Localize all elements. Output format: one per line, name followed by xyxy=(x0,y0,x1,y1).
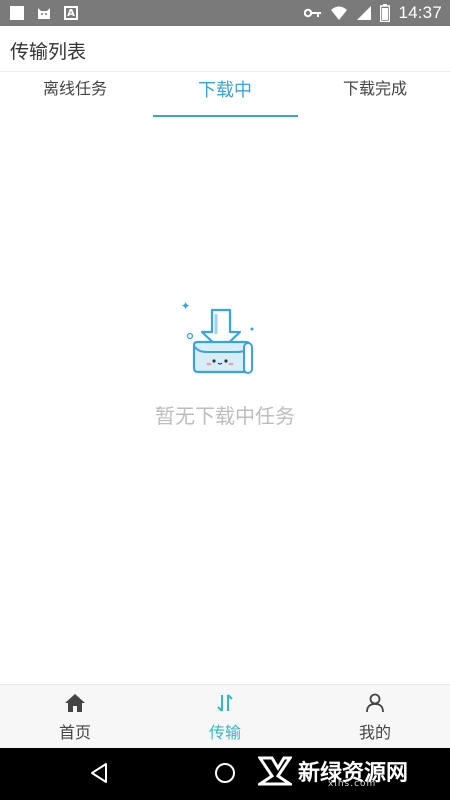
user-icon xyxy=(366,693,384,713)
nav-label: 我的 xyxy=(358,723,391,742)
watermark-logo-icon xyxy=(258,756,292,786)
watermark-subtext: xlhs.com xyxy=(328,779,377,789)
home-icon xyxy=(65,694,85,712)
download-tray-icon xyxy=(182,302,254,374)
notification-a-icon: A xyxy=(64,6,78,20)
status-time: 14:37 xyxy=(398,3,442,22)
transfer-icon xyxy=(217,694,233,712)
nav-item-transfer[interactable]: 传输 xyxy=(150,685,300,748)
notification-square-icon xyxy=(10,6,24,20)
tab-label: 离线任务 xyxy=(42,79,107,98)
nav-label: 首页 xyxy=(58,723,91,742)
home-circle-icon[interactable] xyxy=(214,762,236,784)
signal-icon xyxy=(357,6,372,20)
tab-label: 下载完成 xyxy=(342,79,407,98)
notification-icons: A xyxy=(10,5,78,21)
back-icon[interactable] xyxy=(89,762,109,784)
system-status-icons: 14:37 xyxy=(304,3,442,23)
tab-bar: 离线任务 下载中 下载完成 xyxy=(0,72,450,118)
empty-state: 暂无下载中任务 xyxy=(0,300,450,429)
app-bar: 传输列表 xyxy=(0,26,450,72)
status-bar: A 14:37 xyxy=(0,0,450,26)
page-title: 传输列表 xyxy=(10,41,87,63)
tab-indicator xyxy=(153,115,298,117)
tab-download-complete[interactable]: 下载完成 xyxy=(300,72,450,118)
nav-item-home[interactable]: 首页 xyxy=(0,685,150,748)
key-icon xyxy=(304,8,322,18)
tab-downloading[interactable]: 下载中 xyxy=(150,72,300,118)
wifi-icon xyxy=(331,6,348,20)
empty-state-message: 暂无下载中任务 xyxy=(155,404,295,428)
nav-label: 传输 xyxy=(208,723,241,742)
nav-item-mine[interactable]: 我的 xyxy=(300,685,450,748)
watermark: 新绿资源网 xlhs.com xyxy=(258,755,408,789)
android-cat-icon xyxy=(38,8,50,19)
battery-icon xyxy=(380,4,391,22)
tab-label: 下载中 xyxy=(198,80,252,101)
tab-offline-tasks[interactable]: 离线任务 xyxy=(0,72,150,118)
system-nav-bar: 新绿资源网 xlhs.com xyxy=(0,748,450,800)
bottom-nav: 首页 传输 我的 xyxy=(0,684,450,748)
